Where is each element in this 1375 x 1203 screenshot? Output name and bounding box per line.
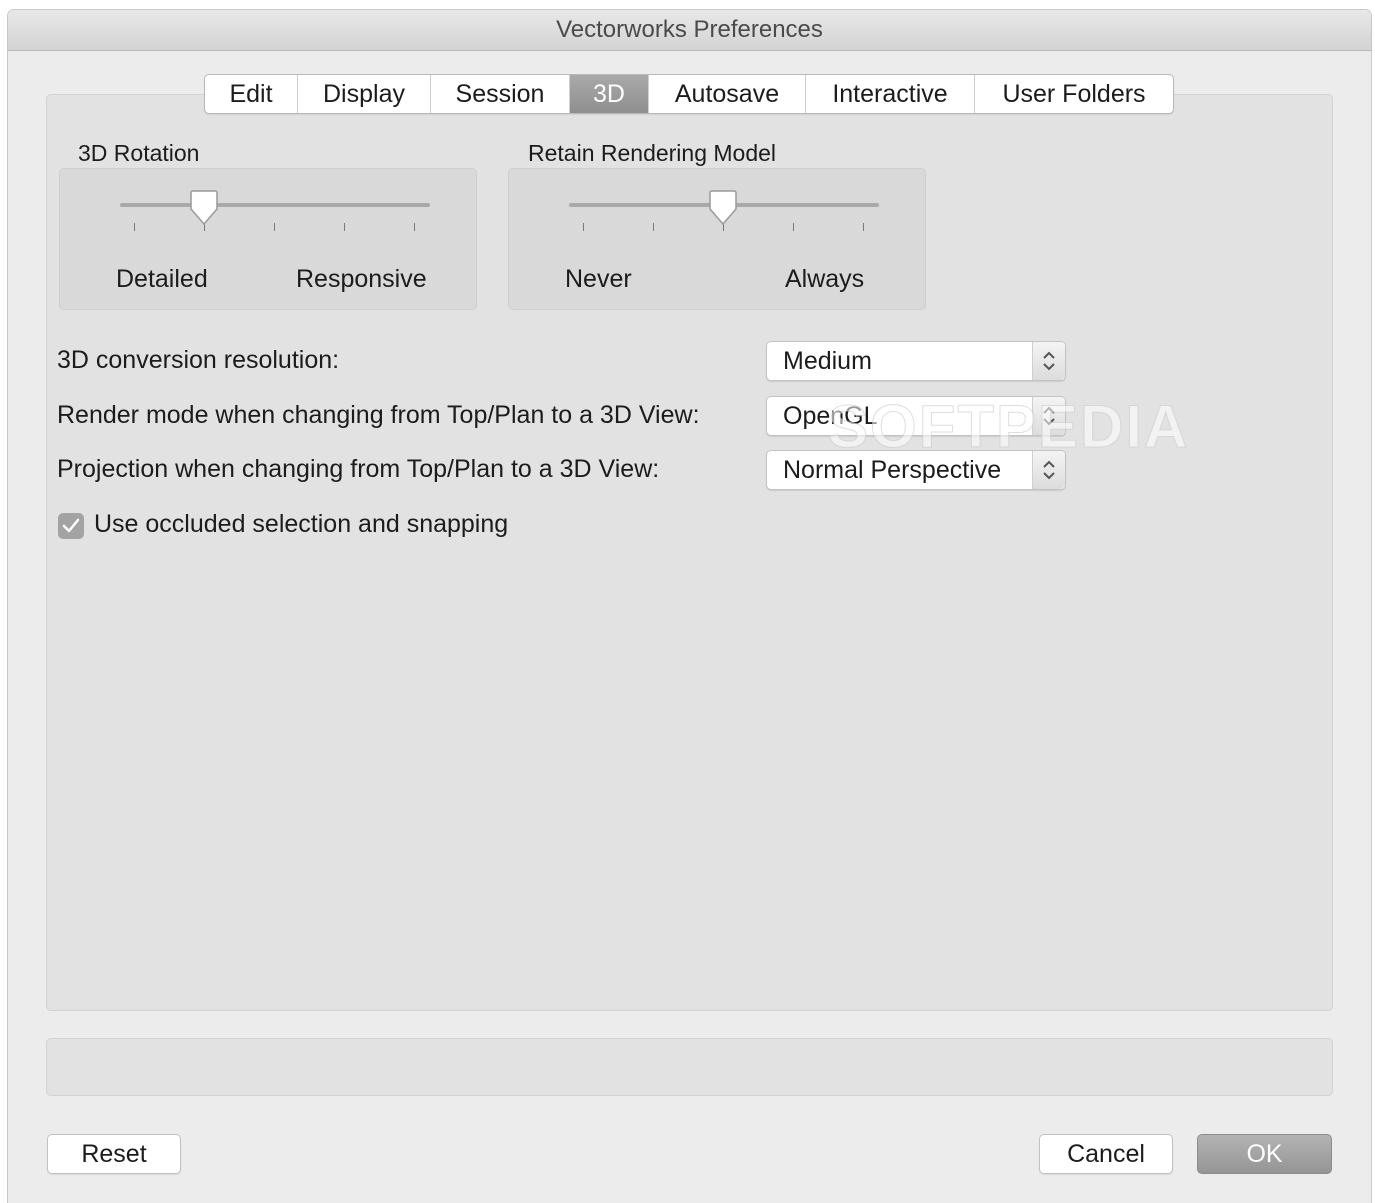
tab-autosave[interactable]: Autosave <box>649 75 806 113</box>
up-down-arrows-icon <box>1032 397 1065 435</box>
retain-group: Never Always <box>508 168 926 310</box>
rotation-tick <box>134 223 135 231</box>
conversion-label: 3D conversion resolution: <box>57 346 340 374</box>
projection-popup[interactable]: Normal Perspective <box>766 450 1066 490</box>
rotation-max-label: Responsive <box>296 265 427 293</box>
rotation-slider-track[interactable] <box>120 203 430 207</box>
ok-button[interactable]: OK <box>1197 1134 1332 1174</box>
tab-interactive[interactable]: Interactive <box>806 75 975 113</box>
rotation-group: Detailed Responsive <box>59 168 477 310</box>
conversion-value: Medium <box>783 347 872 375</box>
conversion-popup[interactable]: Medium <box>766 341 1066 381</box>
occluded-label: Use occluded selection and snapping <box>94 510 509 538</box>
retain-group-label: Retain Rendering Model <box>528 140 777 166</box>
preferences-window: Vectorworks Preferences Edit Display Ses… <box>8 10 1371 1203</box>
rotation-min-label: Detailed <box>116 265 208 293</box>
cancel-button[interactable]: Cancel <box>1039 1134 1173 1174</box>
occluded-checkbox[interactable] <box>58 513 84 539</box>
retain-tick <box>653 223 654 231</box>
render-mode-value: OpenGL <box>783 402 878 430</box>
tab-bar: Edit Display Session 3D Autosave Interac… <box>204 74 1174 114</box>
reset-button[interactable]: Reset <box>47 1134 181 1174</box>
projection-label: Projection when changing from Top/Plan t… <box>57 455 660 483</box>
rotation-slider-thumb[interactable] <box>189 189 219 227</box>
retain-slider-thumb[interactable] <box>708 189 738 227</box>
up-down-arrows-icon <box>1032 342 1065 380</box>
retain-max-label: Always <box>785 265 865 293</box>
render-mode-popup[interactable]: OpenGL <box>766 396 1066 436</box>
projection-value: Normal Perspective <box>783 456 1002 484</box>
rotation-group-label: 3D Rotation <box>78 140 200 166</box>
tab-3d[interactable]: 3D <box>570 75 649 113</box>
render-mode-label: Render mode when changing from Top/Plan … <box>57 401 700 429</box>
tab-display[interactable]: Display <box>298 75 431 113</box>
retain-tick <box>583 223 584 231</box>
retain-tick <box>793 223 794 231</box>
window-title: Vectorworks Preferences <box>8 10 1371 51</box>
rotation-tick <box>274 223 275 231</box>
status-area <box>46 1038 1333 1096</box>
retain-tick <box>863 223 864 231</box>
tab-session[interactable]: Session <box>431 75 570 113</box>
rotation-tick <box>344 223 345 231</box>
tab-user-folders[interactable]: User Folders <box>975 75 1173 113</box>
checkmark-icon <box>62 518 80 533</box>
rotation-tick <box>414 223 415 231</box>
retain-min-label: Never <box>565 265 632 293</box>
up-down-arrows-icon <box>1032 451 1065 489</box>
tab-edit[interactable]: Edit <box>205 75 298 113</box>
